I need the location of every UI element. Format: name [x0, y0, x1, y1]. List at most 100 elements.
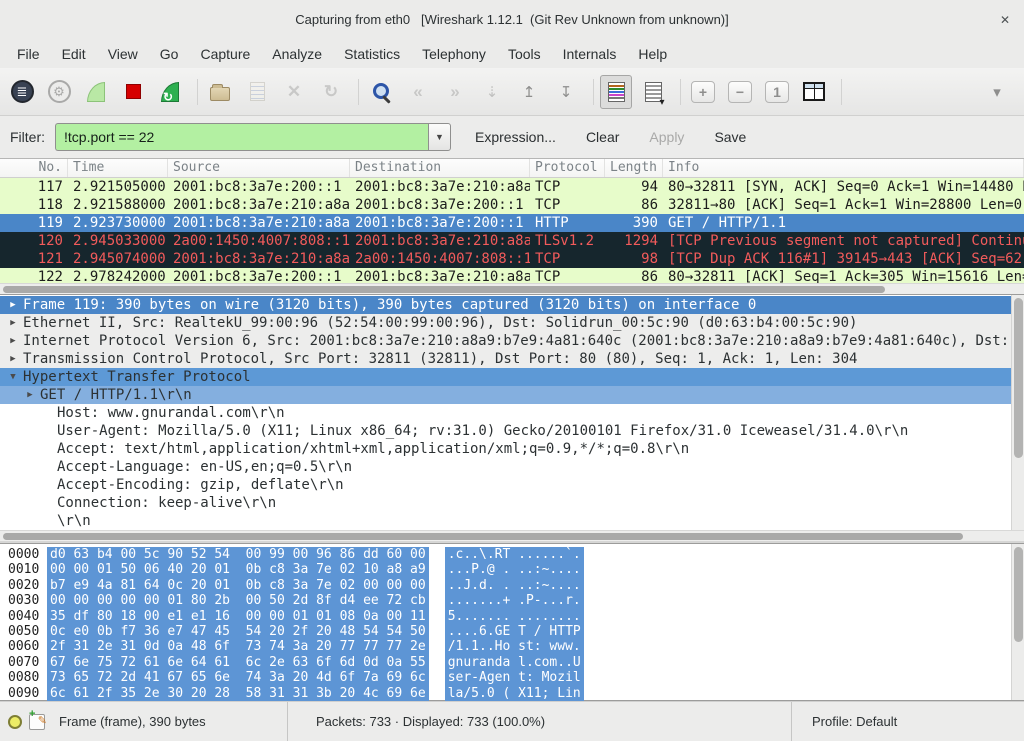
expand-icon[interactable]: ▶: [23, 386, 37, 404]
start-capture-icon: [87, 82, 105, 102]
menu-item-statistics[interactable]: Statistics: [333, 40, 411, 68]
filter-dropdown-button[interactable]: ▼: [428, 123, 451, 151]
filter-input[interactable]: [55, 123, 428, 151]
expand-icon[interactable]: ▶: [6, 350, 20, 368]
zoom-in-button[interactable]: +: [687, 75, 719, 109]
start-capture-button[interactable]: [80, 75, 112, 109]
column-header-source[interactable]: Source: [168, 159, 350, 177]
stop-capture-button[interactable]: [117, 75, 149, 109]
cell-info: [TCP Previous segment not captured] Cont…: [663, 232, 1024, 250]
detail-row[interactable]: ▶Internet Protocol Version 6, Src: 2001:…: [0, 332, 1024, 350]
go-to-bottom-button[interactable]: ↧: [550, 75, 582, 109]
packet-list-hscrollbar[interactable]: [0, 283, 1024, 294]
collapse-icon[interactable]: ▼: [6, 368, 20, 386]
save-button[interactable]: Save: [714, 129, 746, 145]
menu-item-edit[interactable]: Edit: [51, 40, 97, 68]
hex-row-0070[interactable]: 007067 6e 75 72 61 6e 64 61 6c 2e 63 6f …: [0, 655, 1024, 670]
column-header-length[interactable]: Length: [605, 159, 663, 177]
details-hscrollbar[interactable]: [0, 530, 1024, 541]
hex-vscrollbar[interactable]: [1011, 544, 1024, 700]
cell-info: [TCP Dup ACK 116#1] 39145→443 [ACK] Seq=…: [663, 250, 1024, 268]
hex-vscroll-thumb[interactable]: [1014, 547, 1023, 642]
expression-button[interactable]: Expression...: [475, 129, 556, 145]
hex-row-0040[interactable]: 004035 df 80 18 00 e1 e1 16 00 00 01 01 …: [0, 609, 1024, 624]
cell-protocol: TCP: [530, 178, 605, 196]
cell-destination: 2001:bc8:3a7e:200::1: [350, 214, 530, 232]
hex-row-0080[interactable]: 008073 65 72 2d 41 67 65 6e 74 3a 20 4d …: [0, 670, 1024, 685]
menu-item-internals[interactable]: Internals: [552, 40, 628, 68]
details-hscroll-thumb[interactable]: [3, 533, 963, 540]
zoom-100-button[interactable]: 1: [761, 75, 793, 109]
detail-row[interactable]: \r\n: [0, 512, 1024, 530]
packet-list-hscroll-thumb[interactable]: [3, 286, 885, 293]
column-header-protocol[interactable]: Protocol: [530, 159, 605, 177]
detail-row[interactable]: ▶Ethernet II, Src: RealtekU_99:00:96 (52…: [0, 314, 1024, 332]
detail-text: Accept-Language: en-US,en;q=0.5\r\n: [57, 458, 352, 476]
menu-item-tools[interactable]: Tools: [497, 40, 552, 68]
menu-item-capture[interactable]: Capture: [189, 40, 261, 68]
packet-row-121[interactable]: 1212.9450740002001:bc8:3a7e:210:a8a9:b7e…: [0, 250, 1024, 268]
filter-label: Filter:: [10, 129, 45, 145]
column-header-no[interactable]: No.: [0, 159, 68, 177]
go-forward-button: »: [439, 75, 471, 109]
packet-row-122[interactable]: 1222.9782420002001:bc8:3a7e:200::12001:b…: [0, 268, 1024, 283]
find-packet-button[interactable]: [365, 75, 397, 109]
close-file-button: ✕: [278, 75, 310, 109]
expand-icon[interactable]: ▶: [6, 332, 20, 350]
restart-capture-button[interactable]: [154, 75, 186, 109]
packet-details-rows: ▶Frame 119: 390 bytes on wire (3120 bits…: [0, 295, 1024, 531]
column-header-info[interactable]: Info: [663, 159, 1024, 177]
detail-row[interactable]: Accept: text/html,application/xhtml+xml,…: [0, 440, 1024, 458]
menu-item-go[interactable]: Go: [149, 40, 190, 68]
go-to-packet-icon: ⇣: [486, 83, 499, 101]
detail-row[interactable]: Host: www.gnurandal.com\r\n: [0, 404, 1024, 422]
clear-button[interactable]: Clear: [586, 129, 619, 145]
menu-item-view[interactable]: View: [97, 40, 149, 68]
capture-options-button[interactable]: ⚙: [43, 75, 75, 109]
packet-row-118[interactable]: 1182.9215880002001:bc8:3a7e:210:a8a9:b7e…: [0, 196, 1024, 214]
menu-item-telephony[interactable]: Telephony: [411, 40, 497, 68]
hex-row-0090[interactable]: 00906c 61 2f 35 2e 30 20 28 58 31 31 3b …: [0, 686, 1024, 701]
hex-row-0000[interactable]: 0000d0 63 b4 00 5c 90 52 54 00 99 00 96 …: [0, 547, 1024, 562]
open-file-icon: [210, 87, 230, 101]
column-header-time[interactable]: Time: [68, 159, 168, 177]
detail-row[interactable]: Accept-Language: en-US,en;q=0.5\r\n: [0, 458, 1024, 476]
hex-bytes: 2f 31 2e 31 0d 0a 48 6f 73 74 3a 20 77 7…: [47, 639, 429, 654]
column-header-destination[interactable]: Destination: [350, 159, 530, 177]
open-file-button[interactable]: [204, 75, 236, 109]
detail-row[interactable]: Accept-Encoding: gzip, deflate\r\n: [0, 476, 1024, 494]
window-close-button[interactable]: ✕: [1000, 0, 1010, 40]
packet-row-119[interactable]: 1192.9237300002001:bc8:3a7e:210:a8a9:b7e…: [0, 214, 1024, 232]
expand-icon[interactable]: ▶: [6, 296, 20, 314]
packet-row-117[interactable]: 1172.9215050002001:bc8:3a7e:200::12001:b…: [0, 178, 1024, 196]
list-interfaces-button[interactable]: ≣: [6, 75, 38, 109]
detail-row[interactable]: ▼Hypertext Transfer Protocol: [0, 368, 1024, 386]
hex-row-0030[interactable]: 003000 00 00 00 00 01 80 2b 00 50 2d 8f …: [0, 593, 1024, 608]
detail-row[interactable]: ▶GET / HTTP/1.1\r\n: [0, 386, 1024, 404]
expert-info-icon[interactable]: [8, 715, 22, 729]
menu-item-file[interactable]: File: [6, 40, 51, 68]
menu-item-help[interactable]: Help: [627, 40, 678, 68]
auto-scroll-button[interactable]: [637, 75, 669, 109]
colorize-button[interactable]: [600, 75, 632, 109]
details-vscrollbar[interactable]: [1011, 295, 1024, 530]
detail-row[interactable]: User-Agent: Mozilla/5.0 (X11; Linux x86_…: [0, 422, 1024, 440]
hex-row-0010[interactable]: 001000 00 01 50 06 40 20 01 0b c8 3a 7e …: [0, 562, 1024, 577]
hex-row-0050[interactable]: 00500c e0 0b f7 36 e7 47 45 54 20 2f 20 …: [0, 624, 1024, 639]
detail-row[interactable]: Connection: keep-alive\r\n: [0, 494, 1024, 512]
hex-row-0060[interactable]: 00602f 31 2e 31 0d 0a 48 6f 73 74 3a 20 …: [0, 639, 1024, 654]
detail-row[interactable]: ▶Transmission Control Protocol, Src Port…: [0, 350, 1024, 368]
packet-row-120[interactable]: 1202.9450330002a00:1450:4007:808::101200…: [0, 232, 1024, 250]
expand-icon[interactable]: ▶: [6, 314, 20, 332]
hex-row-0020[interactable]: 0020b7 e9 4a 81 64 0c 20 01 0b c8 3a 7e …: [0, 578, 1024, 593]
overflow-menu-button[interactable]: ▾: [981, 75, 1013, 109]
resize-columns-button[interactable]: [798, 75, 830, 109]
detail-row[interactable]: ▶Frame 119: 390 bytes on wire (3120 bits…: [0, 296, 1024, 314]
capture-comment-icon[interactable]: [29, 714, 45, 730]
details-vscroll-thumb[interactable]: [1014, 298, 1023, 458]
close-file-icon: ✕: [287, 82, 301, 102]
zoom-out-button[interactable]: −: [724, 75, 756, 109]
menu-item-analyze[interactable]: Analyze: [261, 40, 333, 68]
cell-source: 2001:bc8:3a7e:210:a8a9:b7e9:4a81:640c: [168, 214, 350, 232]
go-to-top-button[interactable]: ↥: [513, 75, 545, 109]
